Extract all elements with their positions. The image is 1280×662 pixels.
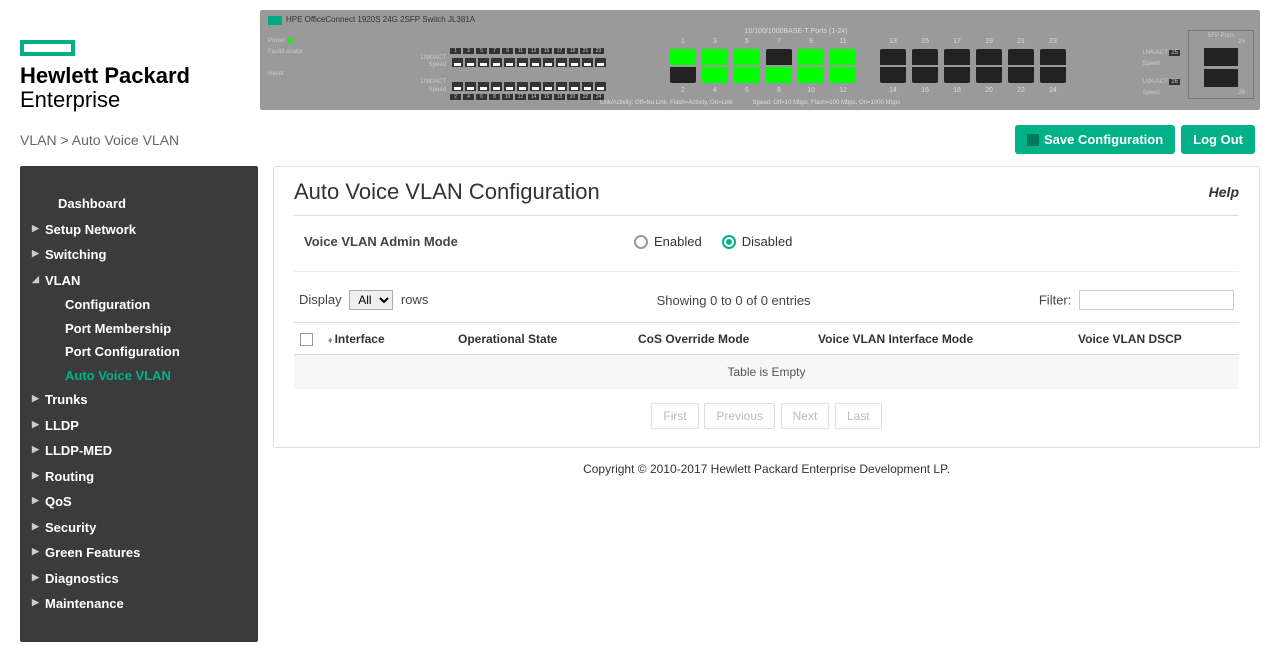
logo-bar-icon (20, 40, 75, 56)
caret-right-icon: ▶ (32, 392, 39, 406)
caret-right-icon: ▶ (32, 222, 39, 236)
help-link[interactable]: Help (1209, 184, 1239, 200)
status-led-grid: 1357911131517192123 LNK/ACTSpeed LNK/ACT… (410, 48, 606, 101)
caret-right-icon: ▶ (32, 545, 39, 559)
sfp-port-block: SFP Ports 25 26 (1188, 30, 1254, 99)
copyright-footer: Copyright © 2010-2017 Hewlett Packard En… (273, 462, 1260, 476)
page-title: Auto Voice VLAN Configuration (294, 179, 600, 205)
pager-first-button[interactable]: First (651, 403, 698, 429)
col-operational-state[interactable]: Operational State (452, 323, 632, 354)
sidebar-item-diagnostics[interactable]: ▶Diagnostics (20, 566, 258, 592)
pager-last-button[interactable]: Last (835, 403, 882, 429)
device-front-panel: HPE OfficeConnect 1920S 24G 2SFP Switch … (260, 10, 1260, 110)
sidebar-item-trunks[interactable]: ▶Trunks (20, 387, 258, 413)
logout-button[interactable]: Log Out (1181, 125, 1255, 154)
device-ports-title: 10/100/1000BASE-T Ports (1-24) (745, 28, 848, 35)
sidebar-item-vlan-configuration[interactable]: Configuration (20, 293, 258, 317)
brand-line2: Enterprise (20, 87, 120, 112)
device-model: HPE OfficeConnect 1920S 24G 2SFP Switch … (286, 15, 475, 24)
caret-right-icon: ▶ (32, 571, 39, 585)
save-icon (1027, 134, 1039, 146)
col-cos-override[interactable]: CoS Override Mode (632, 323, 812, 354)
sidebar-item-dashboard[interactable]: Dashboard (20, 191, 258, 217)
port-bank-1: 1357911 24681012 (670, 38, 856, 94)
sort-icon: ♦ (328, 335, 333, 345)
save-configuration-button[interactable]: Save Configuration (1015, 125, 1175, 154)
col-interface[interactable]: ♦Interface (322, 323, 452, 354)
sidebar-item-green-features[interactable]: ▶Green Features (20, 540, 258, 566)
sidebar-item-security[interactable]: ▶Security (20, 515, 258, 541)
port-bank-2: 131517192123 141618202224 (880, 38, 1066, 94)
pager-next-button[interactable]: Next (781, 403, 830, 429)
radio-icon (634, 235, 648, 249)
caret-right-icon: ▶ (32, 494, 39, 508)
pagination: First Previous Next Last (294, 403, 1239, 429)
sidebar-item-maintenance[interactable]: ▶Maintenance (20, 591, 258, 617)
sidebar-item-routing[interactable]: ▶Routing (20, 464, 258, 490)
rows-per-page-select[interactable]: All (349, 290, 393, 310)
radio-enabled[interactable]: Enabled (634, 234, 702, 249)
col-voice-vlan-dscp[interactable]: Voice VLAN DSCP (1072, 323, 1239, 354)
brand-logo: Hewlett PackardEnterprise (20, 10, 260, 112)
caret-right-icon: ▶ (32, 418, 39, 432)
filter-input[interactable] (1079, 290, 1234, 310)
showing-entries-text: Showing 0 to 0 of 0 entries (657, 293, 811, 308)
radio-disabled[interactable]: Disabled (722, 234, 793, 249)
filter-control: Filter: (1039, 290, 1234, 310)
sidebar-item-setup-network[interactable]: ▶Setup Network (20, 217, 258, 243)
sidebar-item-lldp-med[interactable]: ▶LLDP-MED (20, 438, 258, 464)
caret-down-icon: ◢ (32, 273, 39, 287)
caret-right-icon: ▶ (32, 247, 39, 261)
caret-right-icon: ▶ (32, 443, 39, 457)
pager-previous-button[interactable]: Previous (704, 403, 775, 429)
interface-table: ♦Interface Operational State CoS Overrid… (294, 322, 1239, 388)
radio-selected-icon (722, 235, 736, 249)
table-empty-message: Table is Empty (294, 354, 1239, 389)
sidebar-item-switching[interactable]: ▶Switching (20, 242, 258, 268)
sidebar-item-vlan-auto-voice[interactable]: Auto Voice VLAN (20, 364, 258, 388)
sidebar-item-vlan[interactable]: ◢VLAN (20, 268, 258, 294)
sidebar-item-lldp[interactable]: ▶LLDP (20, 413, 258, 439)
select-all-checkbox[interactable] (300, 333, 313, 346)
breadcrumb: VLAN > Auto Voice VLAN (20, 132, 179, 148)
brand-line1: Hewlett Packard (20, 63, 190, 88)
sidebar-item-vlan-port-membership[interactable]: Port Membership (20, 317, 258, 341)
caret-right-icon: ▶ (32, 469, 39, 483)
col-voice-vlan-interface-mode[interactable]: Voice VLAN Interface Mode (812, 323, 1072, 354)
caret-right-icon: ▶ (32, 520, 39, 534)
sidebar-nav: Dashboard ▶Setup Network ▶Switching ◢VLA… (20, 166, 258, 642)
sidebar-item-vlan-port-configuration[interactable]: Port Configuration (20, 340, 258, 364)
display-rows-control: Display All rows (299, 290, 428, 310)
main-panel: Auto Voice VLAN Configuration Help Voice… (273, 166, 1260, 447)
sidebar-item-qos[interactable]: ▶QoS (20, 489, 258, 515)
admin-mode-label: Voice VLAN Admin Mode (304, 234, 634, 249)
power-led-icon (288, 38, 293, 43)
